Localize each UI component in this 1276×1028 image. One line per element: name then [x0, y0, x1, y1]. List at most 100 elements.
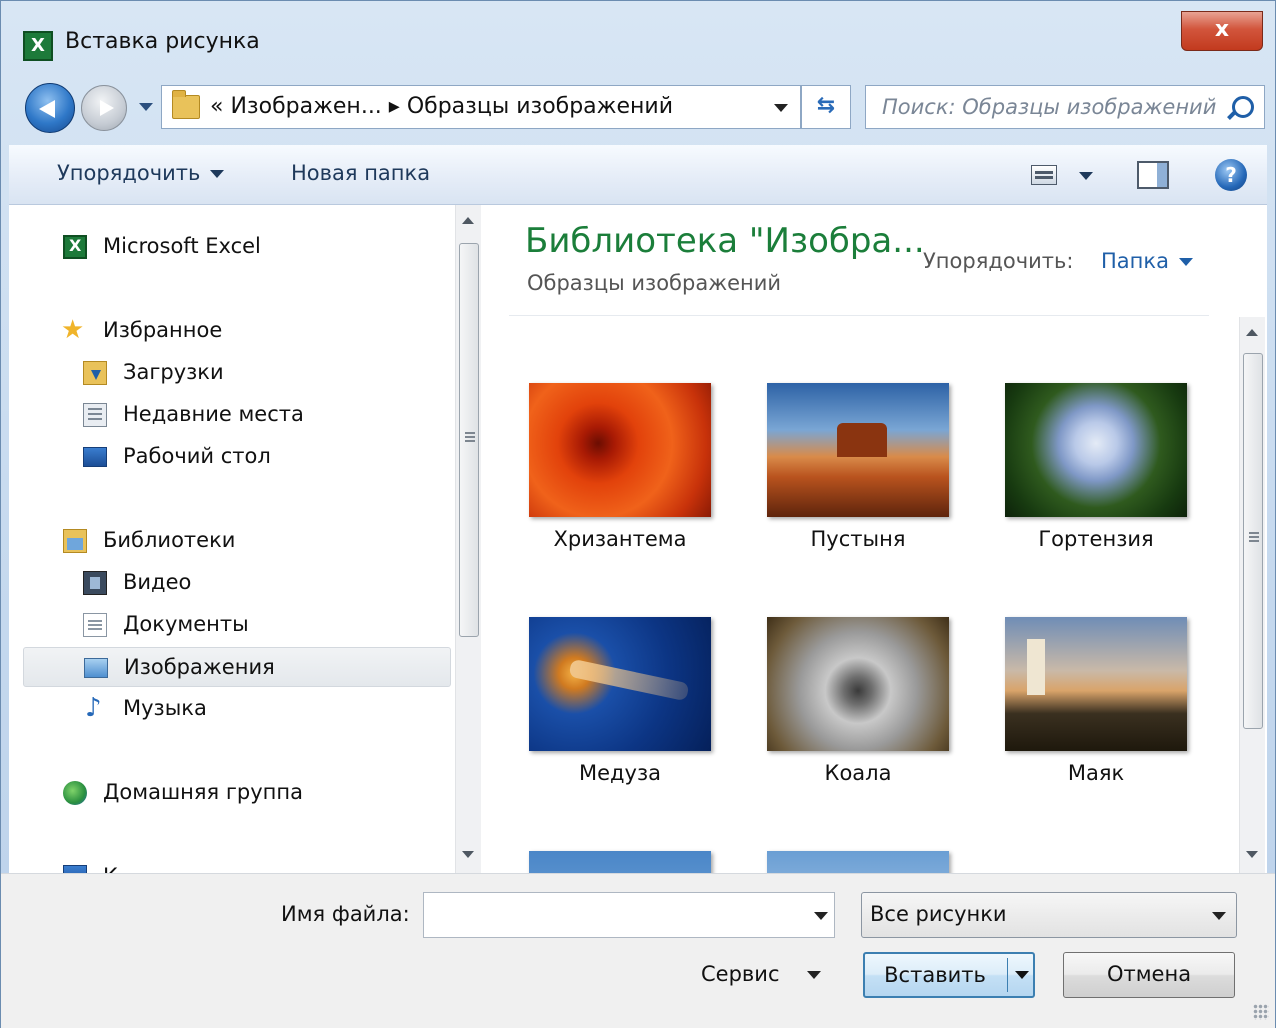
- insert-button[interactable]: Вставить: [863, 952, 1035, 998]
- sidebar-item-downloads[interactable]: Загрузки: [9, 353, 453, 393]
- thumbnail-image: [767, 851, 949, 873]
- sidebar-item-label: Изображения: [124, 655, 275, 679]
- file-type-select[interactable]: Все рисунки: [861, 892, 1237, 938]
- search-input[interactable]: Поиск: Образцы изображений: [865, 85, 1265, 129]
- chevron-down-icon: [1178, 258, 1193, 266]
- file-item-jellyfish[interactable]: Медуза: [509, 553, 729, 785]
- sidebar-item-label: Домашняя группа: [103, 780, 303, 804]
- star-icon: ★: [61, 315, 85, 345]
- sidebar-item-video[interactable]: Видео: [9, 563, 453, 603]
- back-button[interactable]: [25, 83, 75, 133]
- resize-grip-icon[interactable]: [1253, 1004, 1269, 1020]
- chevron-down-icon[interactable]: [774, 104, 788, 112]
- downloads-folder-icon: [83, 361, 107, 385]
- refresh-button[interactable]: ⇆: [801, 85, 851, 129]
- chevron-down-icon: [210, 170, 225, 178]
- thumbnail-image: [1005, 617, 1187, 751]
- file-item-hydrangeas[interactable]: Гортензия: [985, 319, 1205, 551]
- file-name: Пустыня: [810, 527, 906, 551]
- sidebar-item-homegroup[interactable]: Домашняя группа: [9, 773, 453, 813]
- address-bar[interactable]: « Изображен... ▸ Образцы изображений: [161, 85, 801, 129]
- library-title: Библиотека "Изобра...: [525, 221, 925, 261]
- file-name-label: Имя файла:: [281, 902, 410, 926]
- file-item-partial[interactable]: [747, 787, 967, 873]
- sidebar-item-libraries[interactable]: Библиотеки: [9, 521, 453, 561]
- sidebar-item-desktop[interactable]: Рабочий стол: [9, 437, 453, 477]
- chevron-down-icon: [1212, 912, 1226, 920]
- excel-icon: [63, 235, 87, 259]
- arrange-by-dropdown[interactable]: Папка: [1101, 249, 1193, 273]
- organize-label: Упорядочить: [57, 161, 201, 185]
- preview-pane-icon[interactable]: [1137, 161, 1169, 189]
- sidebar-item-label: Библиотеки: [103, 528, 236, 552]
- help-icon[interactable]: ?: [1215, 159, 1247, 191]
- file-name: Медуза: [578, 761, 662, 785]
- navigation-pane: Microsoft Excel ★ Избранное Загрузки Нед…: [9, 205, 453, 873]
- file-item-partial[interactable]: [509, 787, 729, 873]
- scrollbar-thumb[interactable]: [1243, 353, 1263, 729]
- command-toolbar: Упорядочить Новая папка ?: [9, 145, 1267, 205]
- organize-button[interactable]: Упорядочить: [57, 161, 225, 185]
- file-list-scrollbar[interactable]: [1239, 317, 1265, 873]
- computer-icon: [63, 865, 87, 873]
- view-options-dropdown[interactable]: [1079, 172, 1093, 180]
- thumbnail-image: [529, 383, 711, 517]
- sidebar-item-label: Загрузки: [123, 360, 224, 384]
- sidebar-item-microsoft-excel[interactable]: Microsoft Excel: [9, 227, 453, 267]
- file-item-desert[interactable]: Пустыня: [747, 319, 967, 551]
- insert-label: Вставить: [884, 963, 986, 987]
- thumbnail-grid: Хризантема Пустыня Гортензия Медуза Коал…: [499, 317, 1235, 873]
- sidebar-item-pictures[interactable]: Изображения: [23, 647, 451, 687]
- insert-options-dropdown[interactable]: [1015, 971, 1029, 979]
- file-name: Маяк: [1067, 761, 1125, 785]
- arrange-by-label: Упорядочить:: [923, 249, 1074, 273]
- sidebar-item-label: Рабочий стол: [123, 444, 271, 468]
- search-placeholder: Поиск: Образцы изображений: [882, 95, 1217, 119]
- close-button[interactable]: x: [1181, 11, 1263, 51]
- breadcrumb[interactable]: « Изображен... ▸ Образцы изображений: [210, 94, 673, 119]
- sidebar-item-recent-places[interactable]: Недавние места: [9, 395, 453, 435]
- thumbnail-image: [767, 617, 949, 751]
- sidebar-item-label: Недавние места: [123, 402, 304, 426]
- thumbnail-image: [529, 617, 711, 751]
- file-name-field[interactable]: [423, 892, 835, 938]
- content-area: Microsoft Excel ★ Избранное Загрузки Нед…: [9, 205, 1267, 873]
- file-name: Хризантема: [553, 527, 687, 551]
- scrollbar-thumb[interactable]: [459, 243, 479, 637]
- scroll-down-icon[interactable]: [462, 851, 474, 858]
- file-list-pane: Библиотека "Изобра... Образцы изображени…: [499, 205, 1267, 873]
- file-type-value: Все рисунки: [870, 902, 1007, 926]
- split-divider: [1007, 958, 1008, 992]
- file-item-koala[interactable]: Коала: [747, 553, 967, 785]
- sidebar-item-label: Microsoft Excel: [103, 234, 261, 258]
- navigation-pane-scrollbar[interactable]: [455, 205, 481, 873]
- file-item-chrysanthemum[interactable]: Хризантема: [509, 319, 729, 551]
- dialog-footer: Имя файла: Все рисунки Сервис Вставить О…: [1, 873, 1275, 1028]
- documents-icon: [83, 613, 107, 637]
- scroll-up-icon[interactable]: [1246, 329, 1258, 336]
- new-folder-button[interactable]: Новая папка: [291, 161, 430, 185]
- change-view-icon[interactable]: [1031, 165, 1057, 185]
- sidebar-item-label: Избранное: [103, 318, 223, 342]
- thumbnail-image: [767, 383, 949, 517]
- cancel-button[interactable]: Отмена: [1063, 952, 1235, 998]
- sidebar-item-favorites[interactable]: ★ Избранное: [9, 311, 453, 351]
- scroll-up-icon[interactable]: [462, 217, 474, 224]
- library-subtitle: Образцы изображений: [527, 271, 782, 295]
- forward-button[interactable]: [81, 85, 127, 131]
- file-item-lighthouse[interactable]: Маяк: [985, 553, 1205, 785]
- sidebar-item-documents[interactable]: Документы: [9, 605, 453, 645]
- insert-picture-dialog: X Вставка рисунка x « Изображен... ▸ Обр…: [0, 0, 1276, 1028]
- grip-icon: [465, 432, 475, 434]
- sidebar-item-computer[interactable]: К: [9, 857, 453, 873]
- search-icon[interactable]: [1232, 96, 1254, 118]
- sidebar-item-label: Музыка: [123, 696, 207, 720]
- sidebar-item-music[interactable]: ♪ Музыка: [9, 689, 453, 729]
- sidebar-item-label: Документы: [123, 612, 249, 636]
- file-name: Гортензия: [1038, 527, 1154, 551]
- chevron-down-icon[interactable]: [814, 912, 828, 920]
- recent-pages-dropdown[interactable]: [139, 103, 153, 111]
- tools-button[interactable]: Сервис: [701, 962, 822, 986]
- scroll-down-icon[interactable]: [1246, 851, 1258, 858]
- title-bar: X Вставка рисунка x: [1, 1, 1275, 81]
